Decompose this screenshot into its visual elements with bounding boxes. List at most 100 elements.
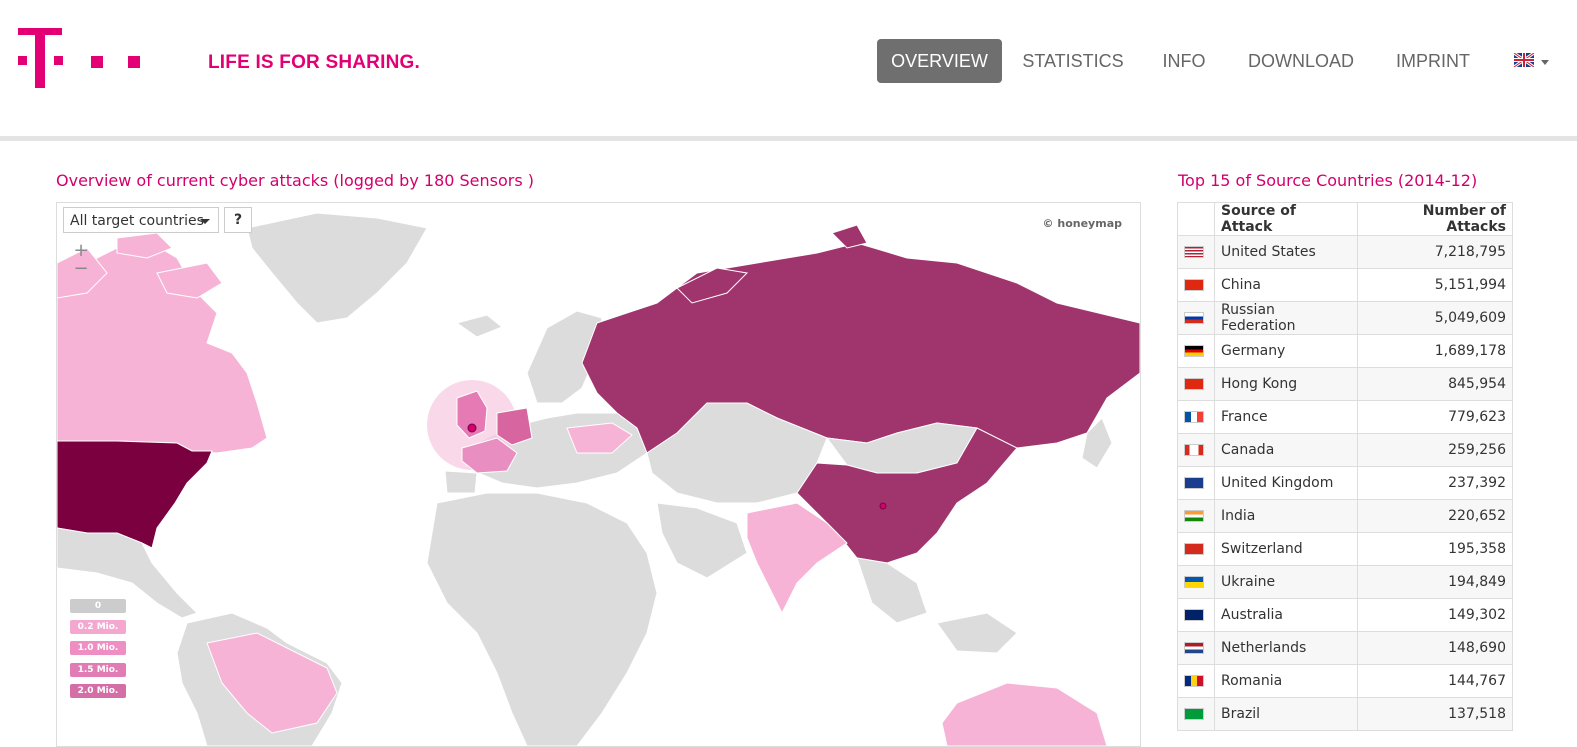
country-name: Romania (1214, 664, 1358, 698)
gb-flag-icon (1184, 477, 1204, 489)
table-row[interactable]: United States 7,218,795 (1177, 235, 1514, 269)
header-divider (0, 136, 1577, 141)
table-row[interactable]: United Kingdom 237,392 (1177, 466, 1514, 500)
sensor-marker[interactable] (467, 423, 477, 433)
country-name: China (1214, 268, 1358, 302)
us-flag-icon (1184, 246, 1204, 258)
table-row[interactable]: Romania 144,767 (1177, 664, 1514, 698)
map-copyright: © honeymap (1042, 217, 1122, 230)
table-row[interactable]: Russian Federation 5,049,609 (1177, 301, 1514, 335)
logo-dot (54, 56, 63, 65)
flag-cell (1177, 697, 1215, 731)
zoom-out-button[interactable]: − (73, 260, 89, 278)
ru-flag-icon (1184, 312, 1204, 324)
attack-count: 237,392 (1356, 466, 1514, 500)
flag-cell (1177, 433, 1215, 467)
attack-count: 137,518 (1356, 697, 1514, 731)
nav-download[interactable]: DOWNLOAD (1236, 39, 1366, 83)
flag-cell (1177, 334, 1215, 368)
telekom-logo[interactable] (18, 28, 140, 90)
table-row[interactable]: Brazil 137,518 (1177, 697, 1514, 731)
greenland[interactable] (246, 212, 428, 324)
iceland[interactable] (455, 314, 503, 338)
attack-count: 5,049,609 (1356, 301, 1514, 335)
flag-cell (1177, 565, 1215, 599)
top-countries-title: Top 15 of Source Countries (2014-12) (1178, 171, 1478, 190)
top-countries-table: Source of Attack Number of Attacks Unite… (1177, 202, 1514, 731)
flag-cell (1177, 367, 1215, 401)
arabia-region[interactable] (656, 502, 748, 579)
nav-imprint[interactable]: IMPRINT (1383, 39, 1483, 83)
table-row[interactable]: France 779,623 (1177, 400, 1514, 434)
chevron-down-icon (200, 219, 210, 224)
target-country-label: All target countries (70, 213, 204, 229)
source-column-header[interactable]: Source of Attack (1214, 202, 1358, 236)
attack-count: 195,358 (1356, 532, 1514, 566)
world-map[interactable] (57, 203, 1140, 746)
table-row[interactable]: Germany 1,689,178 (1177, 334, 1514, 368)
australia-region[interactable] (941, 682, 1108, 746)
count-column-header[interactable]: Number of Attacks (1356, 202, 1514, 236)
flag-cell (1177, 664, 1215, 698)
logo-t-stem (35, 28, 45, 88)
language-selector[interactable] (1513, 51, 1554, 72)
site-header: LIFE IS FOR SHARING. OVERVIEW STATISTICS… (0, 0, 1577, 136)
nav-info[interactable]: INFO (1146, 39, 1222, 83)
logo-dot (18, 56, 27, 65)
flag-cell (1177, 631, 1215, 665)
nav-statistics[interactable]: STATISTICS (1015, 39, 1131, 83)
flag-cell (1177, 235, 1215, 269)
country-name: India (1214, 499, 1358, 533)
attack-count: 148,690 (1356, 631, 1514, 665)
russia-region[interactable] (581, 242, 1140, 454)
tagline: LIFE IS FOR SHARING. (208, 52, 420, 73)
in-flag-icon (1184, 510, 1204, 522)
attack-count: 220,652 (1356, 499, 1514, 533)
zoom-in-button[interactable]: + (73, 242, 89, 260)
country-name: Canada (1214, 433, 1358, 467)
ca-flag-icon (1184, 444, 1204, 456)
br-flag-icon (1184, 708, 1204, 720)
cn-flag-icon (1184, 279, 1204, 291)
russia-island[interactable] (831, 224, 868, 249)
logo-dot (91, 56, 103, 68)
attack-count: 259,256 (1356, 433, 1514, 467)
attack-count: 845,954 (1356, 367, 1514, 401)
legend-item: 0 (70, 599, 126, 613)
attack-count: 144,767 (1356, 664, 1514, 698)
flag-cell (1177, 268, 1215, 302)
table-row[interactable]: Ukraine 194,849 (1177, 565, 1514, 599)
attack-count: 149,302 (1356, 598, 1514, 632)
help-button[interactable]: ? (224, 207, 252, 233)
target-country-select[interactable]: All target countries (63, 207, 219, 233)
table-row[interactable]: China 5,151,994 (1177, 268, 1514, 302)
country-name: Brazil (1214, 697, 1358, 731)
africa-region[interactable] (426, 492, 658, 746)
indonesia-region[interactable] (936, 612, 1018, 654)
table-row[interactable]: Hong Kong 845,954 (1177, 367, 1514, 401)
chevron-down-icon (1541, 60, 1549, 65)
country-name: United Kingdom (1214, 466, 1358, 500)
legend-item: 1.0 Mio. (70, 641, 126, 655)
country-name: Germany (1214, 334, 1358, 368)
flag-cell (1177, 400, 1215, 434)
table-row[interactable]: Switzerland 195,358 (1177, 532, 1514, 566)
attack-count: 1,689,178 (1356, 334, 1514, 368)
attack-map[interactable]: All target countries ? + − © honeymap 0 … (56, 202, 1141, 747)
nav-overview[interactable]: OVERVIEW (877, 39, 1002, 83)
country-rows: United States 7,218,795 China 5,151,994 Russ… (1177, 235, 1514, 731)
flag-cell (1177, 499, 1215, 533)
southeast-asia-region[interactable] (856, 557, 928, 624)
ro-flag-icon (1184, 675, 1204, 687)
attack-count: 779,623 (1356, 400, 1514, 434)
iberia-region[interactable] (444, 470, 478, 494)
table-row[interactable]: Netherlands 148,690 (1177, 631, 1514, 665)
table-row[interactable]: Australia 149,302 (1177, 598, 1514, 632)
country-name: France (1214, 400, 1358, 434)
table-row[interactable]: India 220,652 (1177, 499, 1514, 533)
hk-flag-icon (1184, 378, 1204, 390)
flag-column-header (1177, 202, 1215, 236)
fr-flag-icon (1184, 411, 1204, 423)
table-row[interactable]: Canada 259,256 (1177, 433, 1514, 467)
sensor-marker[interactable] (879, 502, 887, 510)
